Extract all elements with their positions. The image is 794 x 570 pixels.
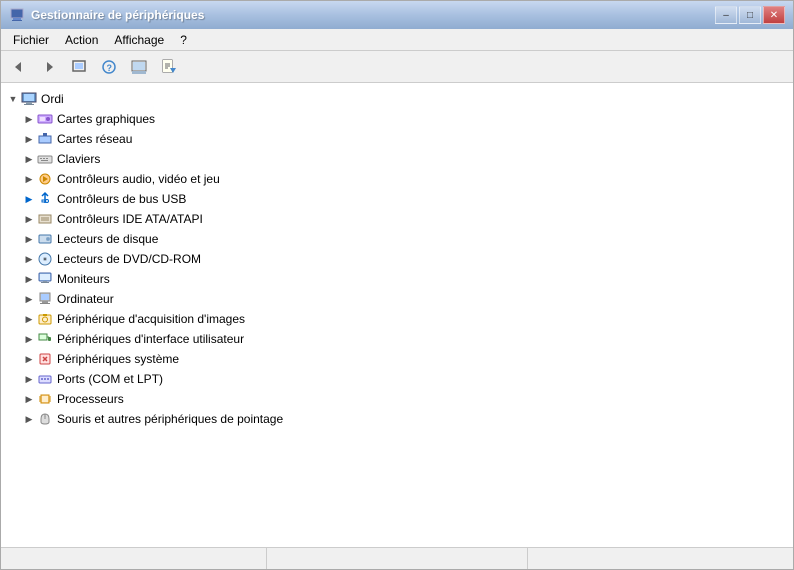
icon-ordinateur bbox=[37, 291, 53, 307]
label-9: Ordinateur bbox=[57, 292, 114, 306]
label-4: Contrôleurs de bus USB bbox=[57, 192, 186, 206]
icon-processeurs bbox=[37, 391, 53, 407]
toolbar: ? bbox=[1, 51, 793, 83]
label-1: Cartes réseau bbox=[57, 132, 132, 146]
icon-peripheriques-interface bbox=[37, 331, 53, 347]
label-5: Contrôleurs IDE ATA/ATAPI bbox=[57, 212, 203, 226]
menu-bar: Fichier Action Affichage ? bbox=[1, 29, 793, 51]
icon-cartes-graphiques bbox=[37, 111, 53, 127]
label-6: Lecteurs de disque bbox=[57, 232, 158, 246]
icon-souris bbox=[37, 411, 53, 427]
expand-arrow[interactable]: ▶ bbox=[21, 331, 37, 347]
device-tree[interactable]: ▼ Ordi ▶ Cartes graphiqu bbox=[1, 83, 793, 547]
expand-ordi[interactable]: ▼ bbox=[5, 91, 21, 107]
expand-arrow[interactable]: ▶ bbox=[21, 231, 37, 247]
svg-text:?: ? bbox=[107, 63, 113, 73]
tree-item-controleurs-ide[interactable]: ▶ Contrôleurs IDE ATA/ATAPI bbox=[1, 209, 793, 229]
icon-peripheriques-systeme bbox=[37, 351, 53, 367]
status-segment-3 bbox=[528, 548, 789, 569]
tree-item-cartes-reseau[interactable]: ▶ Cartes réseau bbox=[1, 129, 793, 149]
expand-arrow[interactable]: ▶ bbox=[21, 111, 37, 127]
icon-peripherique-images bbox=[37, 311, 53, 327]
icon-cartes-reseau bbox=[37, 131, 53, 147]
menu-action[interactable]: Action bbox=[57, 31, 106, 49]
back-button[interactable] bbox=[5, 54, 33, 80]
label-11: Périphériques d'interface utilisateur bbox=[57, 332, 244, 346]
properties-button[interactable] bbox=[155, 54, 183, 80]
tree-item-cartes-graphiques[interactable]: ▶ Cartes graphiques bbox=[1, 109, 793, 129]
tree-item-souris[interactable]: ▶ Souris et autres périphériques de poin… bbox=[1, 409, 793, 429]
label-12: Périphériques système bbox=[57, 352, 179, 366]
tree-item-lecteurs-dvd[interactable]: ▶ Lecteurs de DVD/CD-ROM bbox=[1, 249, 793, 269]
label-7: Lecteurs de DVD/CD-ROM bbox=[57, 252, 201, 266]
help-button[interactable]: ? bbox=[95, 54, 123, 80]
expand-arrow[interactable]: ▶ bbox=[21, 191, 37, 207]
status-segment-2 bbox=[267, 548, 529, 569]
tree-root: ▼ Ordi ▶ Cartes graphiqu bbox=[1, 85, 793, 433]
expand-arrow[interactable]: ▶ bbox=[21, 351, 37, 367]
icon-controleurs-ide bbox=[37, 211, 53, 227]
label-ordi: Ordi bbox=[41, 92, 64, 106]
menu-fichier[interactable]: Fichier bbox=[5, 31, 57, 49]
expand-arrow[interactable]: ▶ bbox=[21, 311, 37, 327]
tree-item-ports-com-lpt[interactable]: ▶ Ports (COM et LPT) bbox=[1, 369, 793, 389]
status-bar bbox=[1, 547, 793, 569]
expand-arrow[interactable]: ▶ bbox=[21, 391, 37, 407]
menu-affichage[interactable]: Affichage bbox=[106, 31, 172, 49]
icon-claviers bbox=[37, 151, 53, 167]
tree-item-processeurs[interactable]: ▶ Processeurs bbox=[1, 389, 793, 409]
expand-arrow[interactable]: ▶ bbox=[21, 131, 37, 147]
label-8: Moniteurs bbox=[57, 272, 110, 286]
tree-item-ordinateur[interactable]: ▶ Ordinateur bbox=[1, 289, 793, 309]
icon-controleurs-usb bbox=[37, 191, 53, 207]
expand-arrow[interactable]: ▶ bbox=[21, 151, 37, 167]
expand-arrow[interactable]: ▶ bbox=[21, 271, 37, 287]
main-window: Gestionnaire de périphériques – □ ✕ Fich… bbox=[0, 0, 794, 570]
tree-item-peripherique-images[interactable]: ▶ Périphérique d'acquisition d'images bbox=[1, 309, 793, 329]
label-0: Cartes graphiques bbox=[57, 112, 155, 126]
tree-item-controleurs-audio[interactable]: ▶ Contrôleurs audio, vidéo et jeu bbox=[1, 169, 793, 189]
icon-moniteurs bbox=[37, 271, 53, 287]
title-bar: Gestionnaire de périphériques – □ ✕ bbox=[1, 1, 793, 29]
tree-item-claviers[interactable]: ▶ Claviers bbox=[1, 149, 793, 169]
window-controls: – □ ✕ bbox=[715, 6, 785, 24]
label-3: Contrôleurs audio, vidéo et jeu bbox=[57, 172, 220, 186]
icon-lecteurs-dvd bbox=[37, 251, 53, 267]
expand-arrow[interactable]: ▶ bbox=[21, 211, 37, 227]
expand-arrow[interactable]: ▶ bbox=[21, 171, 37, 187]
tree-item-controleurs-usb[interactable]: ▶ Contrôleurs de bus USB bbox=[1, 189, 793, 209]
window-title: Gestionnaire de périphériques bbox=[31, 8, 715, 22]
expand-arrow[interactable]: ▶ bbox=[21, 291, 37, 307]
tree-item-peripheriques-systeme[interactable]: ▶ Périphériques système bbox=[1, 349, 793, 369]
expand-arrow[interactable]: ▶ bbox=[21, 251, 37, 267]
forward-button[interactable] bbox=[35, 54, 63, 80]
menu-aide[interactable]: ? bbox=[172, 31, 195, 49]
tree-item-lecteurs-disque[interactable]: ▶ Lecteurs de disque bbox=[1, 229, 793, 249]
icon-ordi bbox=[21, 91, 37, 107]
expand-arrow[interactable]: ▶ bbox=[21, 411, 37, 427]
label-14: Processeurs bbox=[57, 392, 124, 406]
tree-item-ordi[interactable]: ▼ Ordi bbox=[1, 89, 793, 109]
minimize-button[interactable]: – bbox=[715, 6, 737, 24]
label-15: Souris et autres périphériques de pointa… bbox=[57, 412, 283, 426]
tree-item-peripheriques-interface[interactable]: ▶ Périphériques d'interface utilisateur bbox=[1, 329, 793, 349]
app-icon bbox=[9, 7, 25, 23]
maximize-button[interactable]: □ bbox=[739, 6, 761, 24]
tree-item-moniteurs[interactable]: ▶ Moniteurs bbox=[1, 269, 793, 289]
label-2: Claviers bbox=[57, 152, 100, 166]
up-button[interactable] bbox=[65, 54, 93, 80]
expand-arrow[interactable]: ▶ bbox=[21, 371, 37, 387]
status-segment-1 bbox=[5, 548, 267, 569]
label-10: Périphérique d'acquisition d'images bbox=[57, 312, 245, 326]
icon-ports-com-lpt bbox=[37, 371, 53, 387]
label-13: Ports (COM et LPT) bbox=[57, 372, 163, 386]
icon-controleurs-audio bbox=[37, 171, 53, 187]
view-button[interactable] bbox=[125, 54, 153, 80]
close-button[interactable]: ✕ bbox=[763, 6, 785, 24]
icon-lecteurs-disque bbox=[37, 231, 53, 247]
